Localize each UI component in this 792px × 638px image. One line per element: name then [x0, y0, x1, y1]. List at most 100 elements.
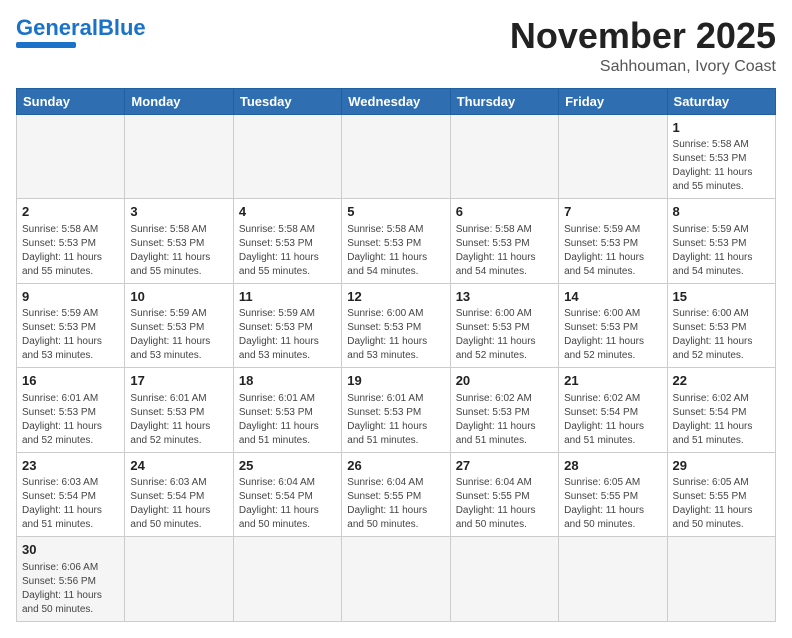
day-info: Sunrise: 6:00 AM Sunset: 5:53 PM Dayligh… — [347, 307, 444, 363]
calendar-cell: 3 Sunrise: 5:58 AM Sunset: 5:53 PM Daylig… — [125, 199, 233, 284]
day-number: 17 — [130, 372, 227, 390]
calendar-cell: 15Sunrise: 6:00 AM Sunset: 5:53 PM Dayli… — [667, 283, 775, 368]
title-section: November 2025 Sahhouman, Ivory Coast — [510, 16, 776, 76]
calendar-cell: 23Sunrise: 6:03 AM Sunset: 5:54 PM Dayli… — [17, 452, 125, 537]
calendar-cell: 25Sunrise: 6:04 AM Sunset: 5:54 PM Dayli… — [233, 452, 341, 537]
day-number: 26 — [347, 457, 444, 475]
day-number: 4 — [239, 203, 336, 221]
day-number: 1 — [673, 119, 770, 137]
weekday-header-sunday: Sunday — [17, 88, 125, 114]
day-number: 25 — [239, 457, 336, 475]
weekday-header-wednesday: Wednesday — [342, 88, 450, 114]
month-title: November 2025 — [510, 16, 776, 56]
calendar: SundayMondayTuesdayWednesdayThursdayFrid… — [16, 88, 776, 622]
calendar-cell: 10Sunrise: 5:59 AM Sunset: 5:53 PM Dayli… — [125, 283, 233, 368]
weekday-header-tuesday: Tuesday — [233, 88, 341, 114]
day-number: 12 — [347, 288, 444, 306]
day-info: Sunrise: 6:04 AM Sunset: 5:55 PM Dayligh… — [456, 476, 553, 532]
day-info: Sunrise: 5:59 AM Sunset: 5:53 PM Dayligh… — [130, 307, 227, 363]
weekday-header-thursday: Thursday — [450, 88, 558, 114]
day-info: Sunrise: 6:01 AM Sunset: 5:53 PM Dayligh… — [239, 392, 336, 448]
day-info: Sunrise: 6:01 AM Sunset: 5:53 PM Dayligh… — [347, 392, 444, 448]
day-info: Sunrise: 5:58 AM Sunset: 5:53 PM Dayligh… — [22, 223, 119, 279]
day-info: Sunrise: 6:01 AM Sunset: 5:53 PM Dayligh… — [22, 392, 119, 448]
calendar-cell: 4 Sunrise: 5:58 AM Sunset: 5:53 PM Daylig… — [233, 199, 341, 284]
day-info: Sunrise: 5:59 AM Sunset: 5:53 PM Dayligh… — [564, 223, 661, 279]
day-number: 13 — [456, 288, 553, 306]
day-number: 3 — [130, 203, 227, 221]
day-info: Sunrise: 6:05 AM Sunset: 5:55 PM Dayligh… — [673, 476, 770, 532]
day-number: 30 — [22, 541, 119, 559]
day-number: 2 — [22, 203, 119, 221]
calendar-cell — [233, 537, 341, 622]
day-info: Sunrise: 6:00 AM Sunset: 5:53 PM Dayligh… — [564, 307, 661, 363]
day-info: Sunrise: 6:05 AM Sunset: 5:55 PM Dayligh… — [564, 476, 661, 532]
week-row-1: 1Sunrise: 5:58 AM Sunset: 5:53 PM Daylig… — [17, 114, 776, 199]
day-number: 18 — [239, 372, 336, 390]
day-number: 6 — [456, 203, 553, 221]
calendar-cell: 12Sunrise: 6:00 AM Sunset: 5:53 PM Dayli… — [342, 283, 450, 368]
calendar-cell: 13Sunrise: 6:00 AM Sunset: 5:53 PM Dayli… — [450, 283, 558, 368]
day-number: 5 — [347, 203, 444, 221]
calendar-cell: 20 Sunrise: 6:02 AM Sunset: 5:53 PM Dayli… — [450, 368, 558, 453]
day-info: Sunrise: 6:00 AM Sunset: 5:53 PM Dayligh… — [673, 307, 770, 363]
calendar-cell: 19 Sunrise: 6:01 AM Sunset: 5:53 PM Dayli… — [342, 368, 450, 453]
day-number: 7 — [564, 203, 661, 221]
day-info: Sunrise: 6:02 AM Sunset: 5:53 PM Dayligh… — [456, 392, 553, 448]
calendar-cell: 17 Sunrise: 6:01 AM Sunset: 5:53 PM Dayli… — [125, 368, 233, 453]
calendar-cell — [559, 537, 667, 622]
calendar-cell: 14Sunrise: 6:00 AM Sunset: 5:53 PM Dayli… — [559, 283, 667, 368]
week-row-5: 23Sunrise: 6:03 AM Sunset: 5:54 PM Dayli… — [17, 452, 776, 537]
calendar-cell: 27Sunrise: 6:04 AM Sunset: 5:55 PM Dayli… — [450, 452, 558, 537]
day-info: Sunrise: 6:03 AM Sunset: 5:54 PM Dayligh… — [22, 476, 119, 532]
week-row-2: 2 Sunrise: 5:58 AM Sunset: 5:53 PM Daylig… — [17, 199, 776, 284]
day-info: Sunrise: 5:58 AM Sunset: 5:53 PM Dayligh… — [456, 223, 553, 279]
calendar-cell — [342, 114, 450, 199]
logo: GeneralBlue — [16, 16, 146, 48]
day-info: Sunrise: 6:01 AM Sunset: 5:53 PM Dayligh… — [130, 392, 227, 448]
day-number: 29 — [673, 457, 770, 475]
calendar-cell: 21Sunrise: 6:02 AM Sunset: 5:54 PM Dayli… — [559, 368, 667, 453]
day-info: Sunrise: 5:58 AM Sunset: 5:53 PM Dayligh… — [130, 223, 227, 279]
day-info: Sunrise: 6:06 AM Sunset: 5:56 PM Dayligh… — [22, 561, 119, 617]
weekday-header-row: SundayMondayTuesdayWednesdayThursdayFrid… — [17, 88, 776, 114]
day-number: 20 — [456, 372, 553, 390]
calendar-cell — [342, 537, 450, 622]
day-info: Sunrise: 6:04 AM Sunset: 5:55 PM Dayligh… — [347, 476, 444, 532]
logo-text: GeneralBlue — [16, 16, 146, 40]
day-info: Sunrise: 6:04 AM Sunset: 5:54 PM Dayligh… — [239, 476, 336, 532]
calendar-cell: 22Sunrise: 6:02 AM Sunset: 5:54 PM Dayli… — [667, 368, 775, 453]
day-info: Sunrise: 5:58 AM Sunset: 5:53 PM Dayligh… — [673, 138, 770, 194]
day-number: 8 — [673, 203, 770, 221]
calendar-cell: 24Sunrise: 6:03 AM Sunset: 5:54 PM Dayli… — [125, 452, 233, 537]
day-number: 15 — [673, 288, 770, 306]
day-info: Sunrise: 5:59 AM Sunset: 5:53 PM Dayligh… — [673, 223, 770, 279]
day-number: 19 — [347, 372, 444, 390]
location-title: Sahhouman, Ivory Coast — [510, 58, 776, 76]
calendar-cell — [233, 114, 341, 199]
day-number: 9 — [22, 288, 119, 306]
day-number: 27 — [456, 457, 553, 475]
calendar-cell — [450, 114, 558, 199]
weekday-header-monday: Monday — [125, 88, 233, 114]
logo-general: General — [16, 15, 98, 40]
week-row-4: 16 Sunrise: 6:01 AM Sunset: 5:53 PM Dayli… — [17, 368, 776, 453]
calendar-cell: 30 Sunrise: 6:06 AM Sunset: 5:56 PM Dayli… — [17, 537, 125, 622]
logo-blue: Blue — [98, 15, 146, 40]
day-info: Sunrise: 5:58 AM Sunset: 5:53 PM Dayligh… — [239, 223, 336, 279]
calendar-cell: 8 Sunrise: 5:59 AM Sunset: 5:53 PM Daylig… — [667, 199, 775, 284]
calendar-cell: 7 Sunrise: 5:59 AM Sunset: 5:53 PM Daylig… — [559, 199, 667, 284]
calendar-cell: 6 Sunrise: 5:58 AM Sunset: 5:53 PM Daylig… — [450, 199, 558, 284]
calendar-cell: 18 Sunrise: 6:01 AM Sunset: 5:53 PM Dayli… — [233, 368, 341, 453]
day-info: Sunrise: 6:02 AM Sunset: 5:54 PM Dayligh… — [564, 392, 661, 448]
day-number: 14 — [564, 288, 661, 306]
calendar-cell: 26Sunrise: 6:04 AM Sunset: 5:55 PM Dayli… — [342, 452, 450, 537]
week-row-3: 9 Sunrise: 5:59 AM Sunset: 5:53 PM Daylig… — [17, 283, 776, 368]
day-number: 16 — [22, 372, 119, 390]
calendar-cell: 16 Sunrise: 6:01 AM Sunset: 5:53 PM Dayli… — [17, 368, 125, 453]
day-number: 24 — [130, 457, 227, 475]
calendar-cell — [125, 114, 233, 199]
day-info: Sunrise: 5:59 AM Sunset: 5:53 PM Dayligh… — [239, 307, 336, 363]
calendar-cell — [17, 114, 125, 199]
calendar-cell — [450, 537, 558, 622]
